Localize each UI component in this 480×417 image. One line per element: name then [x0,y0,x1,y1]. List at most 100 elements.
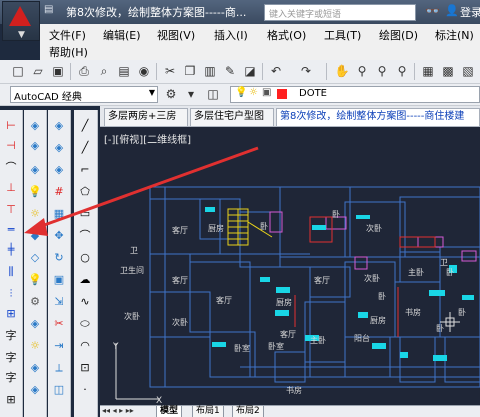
zoom-realtime-icon[interactable]: ⚲ [354,63,370,79]
mirror-icon[interactable]: ◈ [51,162,67,178]
match-properties-icon[interactable]: ✎ [222,63,238,79]
menu-file[interactable]: 文件(F) [46,26,89,44]
application-menu-button[interactable]: ▼ [2,1,40,41]
tab-drawing-2[interactable]: 多层住宅户型图 [190,108,274,126]
tab-layout2[interactable]: 布局2 [232,406,264,417]
single-line-text-icon[interactable]: 字 [3,350,19,366]
tab-nav-icon[interactable]: ◂◂ ◂ ▸ ▸▸ [102,406,134,415]
fillet-icon[interactable]: ◫ [51,382,67,398]
menu-draw[interactable]: 绘图(D) [376,26,421,44]
layer-walk-icon[interactable]: ⚙ [27,294,43,310]
layer-copy-icon[interactable]: ◈ [27,360,43,376]
layer-state-icon[interactable]: ◈ [27,138,43,154]
redo-icon[interactable]: ↷ [298,63,314,79]
layer-lock-icon[interactable]: 💡 [27,272,43,288]
block-editor-icon[interactable]: ◪ [242,63,258,79]
line-icon[interactable]: ╱ [77,118,93,134]
layer-select[interactable]: 💡 ☼ ▣ DOTE [230,86,480,103]
zoom-previous-icon[interactable]: ⚲ [394,63,410,79]
continue-icon[interactable]: ⫶ [3,286,19,302]
layer-delete-icon[interactable]: ◈ [27,382,43,398]
quick-dimension-icon[interactable]: ⊞ [3,306,19,322]
binoculars-icon[interactable]: 👓 [425,4,440,18]
viewport-controls-label[interactable]: [-][俯视][二维线框] [104,131,191,146]
menu-view[interactable]: 视图(V) [154,26,198,44]
baseline-icon[interactable]: ⫼ [3,264,19,280]
design-center-icon[interactable]: ▩ [440,63,456,79]
workspace-settings-icon[interactable]: ⚙ [163,86,179,102]
linear-dimension-icon[interactable]: ⊢ [3,118,19,134]
ellipse-arc-icon[interactable]: ◠ [77,338,93,354]
menu-edit[interactable]: 编辑(E) [100,26,144,44]
copy-icon[interactable]: ❐ [182,63,198,79]
properties-icon[interactable]: ▦ [420,63,436,79]
construction-line-icon[interactable]: ╱ [77,140,93,156]
cut-icon[interactable]: ✂ [162,63,178,79]
break-icon[interactable]: ⟂ [51,360,67,376]
save-icon[interactable]: ▣ [50,63,66,79]
radius-icon[interactable]: ⊤ [3,202,19,218]
workspace-select[interactable]: AutoCAD 经典 ▼ [10,86,158,103]
text-style-icon[interactable]: 字 [3,328,19,344]
array-icon[interactable]: ▦ [51,206,67,222]
extend-icon[interactable]: ⇥ [51,338,67,354]
menu-dimension[interactable]: 标注(N) [432,26,477,44]
undo-icon[interactable]: ↶ [268,63,284,79]
trim-icon[interactable]: ✂ [51,316,67,332]
help-search-input[interactable]: 键入关键字或短语 [264,4,416,21]
layer-unlock-icon[interactable]: ☼ [27,338,43,354]
paste-icon[interactable]: ▥ [202,63,218,79]
rectangle-icon[interactable]: ▭ [77,206,93,222]
workspace-save-icon[interactable]: ▾ [183,86,199,102]
quick-access-icon[interactable]: ▤ [44,4,60,18]
point-icon[interactable]: · [77,382,93,398]
tab-drawing-1[interactable]: 多层两房+三房 [104,108,188,126]
layer-manager-icon[interactable]: ◫ [205,86,221,102]
revision-cloud-icon[interactable]: ☁ [77,272,93,288]
ellipse-icon[interactable]: ⬭ [77,316,93,332]
layer-merge-icon[interactable]: ◈ [27,316,43,332]
spline-icon[interactable]: ∿ [77,294,93,310]
erase-icon[interactable]: ◈ [51,118,67,134]
zoom-window-icon[interactable]: ⚲ [374,63,390,79]
offset-icon[interactable]: # [51,184,67,200]
layer-isolate-icon[interactable]: ◇ [27,250,43,266]
jog-icon[interactable]: ╪ [3,242,19,258]
circle-icon[interactable]: ○ [77,250,93,266]
multiline-text-icon[interactable]: 字 [3,370,19,386]
drawing-canvas[interactable]: Y X [-][俯视][二维线框] 卫生间 厨房 客厅 次卧 客厅 次卧 次卧 … [100,127,480,405]
arc-icon[interactable]: ⌒ [77,228,93,244]
layer-freeze-icon[interactable]: ☼ [27,206,43,222]
polygon-icon[interactable]: ⬠ [77,184,93,200]
ordinate-icon[interactable]: ⊥ [3,180,19,196]
tab-layout1[interactable]: 布局1 [192,406,224,417]
publish-icon[interactable]: ▤ [116,63,132,79]
diameter-icon[interactable]: ═ [3,222,19,238]
field-icon[interactable]: ⊞ [3,392,19,408]
menu-format[interactable]: 格式(O) [264,26,309,44]
scale-icon[interactable]: ▣ [51,272,67,288]
arc-length-icon[interactable]: ⌒ [3,160,19,176]
copy-object-icon[interactable]: ◈ [51,140,67,156]
layer-stack-icon[interactable]: ◈ [27,118,43,134]
pan-icon[interactable]: ✋ [334,63,350,79]
menu-insert[interactable]: 插入(I) [211,26,251,44]
stretch-icon[interactable]: ⇲ [51,294,67,310]
print-preview-icon[interactable]: ⌕ [96,63,112,79]
polyline-icon[interactable]: ⌐ [77,162,93,178]
insert-block-icon[interactable]: ⊡ [77,360,93,376]
tool-palettes-icon[interactable]: ▧ [460,63,476,79]
aligned-dimension-icon[interactable]: ⊣ [3,138,19,154]
open-file-icon[interactable]: ▱ [30,63,46,79]
tab-drawing-active[interactable]: 第8次修改，绘制整体方案图-----商住楼建 [276,108,480,126]
menu-help[interactable]: 帮助(H) [46,43,91,61]
user-icon[interactable]: 👤 [445,4,459,17]
layer-previous-icon[interactable]: ◈ [27,162,43,178]
move-icon[interactable]: ✥ [51,228,67,244]
rotate-icon[interactable]: ↻ [51,250,67,266]
layer-match-icon[interactable]: ◆ [27,228,43,244]
layer-on-icon[interactable]: 💡 [27,184,43,200]
menu-tools[interactable]: 工具(T) [321,26,364,44]
3d-print-icon[interactable]: ◉ [136,63,152,79]
tab-model[interactable]: 模型 [156,406,183,417]
